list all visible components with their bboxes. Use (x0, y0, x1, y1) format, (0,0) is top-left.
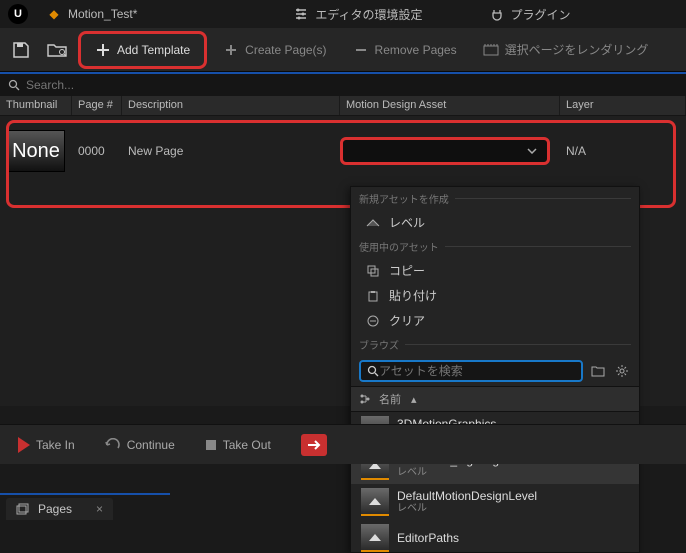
take-in-label: Take In (36, 438, 75, 452)
level-thumb-icon (361, 524, 389, 552)
continue-label: Continue (127, 438, 175, 452)
hierarchy-icon (359, 393, 371, 405)
render-selected-button[interactable]: 選択ページをレンダリング (473, 35, 659, 64)
asset-name: DefaultMotionDesignLevel (397, 489, 537, 503)
level-thumb-icon (361, 488, 389, 516)
folder-open-icon[interactable] (589, 362, 607, 380)
section-browse: ブラウズ (351, 333, 639, 356)
col-page-num[interactable]: Page # (72, 96, 122, 115)
search-input[interactable] (26, 78, 678, 92)
asset-list-header-label: 名前 (379, 391, 401, 407)
continue-button[interactable]: Continue (97, 434, 183, 456)
take-out-button[interactable]: Take Out (197, 434, 279, 456)
asset-item[interactable]: EditorPaths (351, 520, 639, 552)
thumbnail-none: None (7, 130, 65, 172)
copy-label: コピー (389, 262, 425, 279)
unreal-logo-icon: U (8, 4, 28, 24)
section-create-asset: 新規アセットを作成 (351, 187, 639, 210)
asset-search[interactable] (359, 360, 583, 382)
top-menubar: U ◆ Motion_Test* エディタの環境設定 プラグイン (0, 0, 686, 28)
bottom-tab-bar: Pages × (0, 493, 170, 523)
plugins-label: プラグイン (511, 6, 571, 23)
table-row[interactable]: None 0000 New Page N/A (0, 116, 686, 176)
take-in-button[interactable]: Take In (10, 433, 83, 457)
paste-icon (365, 288, 381, 304)
add-template-label: Add Template (117, 43, 190, 57)
save-button[interactable] (6, 35, 36, 65)
stop-icon (205, 439, 217, 451)
asset-list-header[interactable]: 名前 ▴ (351, 386, 639, 412)
project-title[interactable]: ◆ Motion_Test* (46, 6, 137, 22)
asset-search-input[interactable] (379, 364, 575, 378)
create-pages-label: Create Page(s) (245, 43, 326, 57)
asset-picker-panel: 新規アセットを作成 レベル 使用中のアセット コピー 貼り付け クリア ブラウズ (350, 186, 640, 553)
col-thumbnail[interactable]: Thumbnail (0, 96, 72, 115)
toolbar: Add Template Create Page(s) Remove Pages… (0, 28, 686, 72)
asset-type: レベル (397, 467, 499, 479)
table-header: Thumbnail Page # Description Motion Desi… (0, 96, 686, 116)
level-icon (365, 215, 381, 231)
row-description[interactable]: New Page (122, 144, 340, 158)
close-tab-button[interactable]: × (96, 502, 103, 516)
search-bar[interactable] (0, 72, 686, 96)
gear-icon[interactable] (613, 362, 631, 380)
section-current-asset: 使用中のアセット (351, 235, 639, 258)
render-icon (483, 42, 499, 58)
render-selected-label: 選択ページをレンダリング (505, 41, 649, 58)
plug-icon (489, 6, 505, 22)
col-description[interactable]: Description (122, 96, 340, 115)
col-asset[interactable]: Motion Design Asset (340, 96, 560, 115)
paste-item[interactable]: 貼り付け (351, 283, 639, 308)
create-pages-button[interactable]: Create Page(s) (213, 36, 336, 64)
copy-item[interactable]: コピー (351, 258, 639, 283)
sliders-icon (293, 6, 309, 22)
asset-name: EditorPaths (397, 531, 459, 545)
editor-preferences[interactable]: エディタの環境設定 (293, 6, 422, 23)
action-bar: Take In Continue Take Out (0, 424, 686, 464)
row-layer: N/A (560, 144, 686, 158)
clear-icon (365, 313, 381, 329)
plus-icon (223, 42, 239, 58)
dirty-indicator-icon: ◆ (46, 6, 62, 22)
take-out-label: Take Out (223, 438, 271, 452)
continue-icon (105, 438, 121, 452)
create-level-item[interactable]: レベル (351, 210, 639, 235)
plugins-menu[interactable]: プラグイン (489, 6, 571, 23)
browse-button[interactable] (42, 35, 72, 65)
play-icon (18, 437, 30, 453)
copy-icon (365, 263, 381, 279)
asset-item[interactable]: DefaultMotionDesignLevelレベル (351, 484, 639, 520)
editor-preferences-label: エディタの環境設定 (315, 6, 422, 23)
pages-tab-label: Pages (38, 502, 72, 516)
remove-pages-button[interactable]: Remove Pages (343, 36, 467, 64)
minus-icon (353, 42, 369, 58)
add-template-button[interactable]: Add Template (78, 31, 207, 69)
plus-icon (95, 42, 111, 58)
arrow-right-icon (301, 434, 327, 456)
sort-triangle-icon: ▴ (411, 393, 417, 406)
asset-type: レベル (397, 503, 537, 515)
chevron-down-icon (527, 148, 537, 154)
clear-item[interactable]: クリア (351, 308, 639, 333)
create-level-label: レベル (389, 214, 425, 231)
pages-icon (16, 503, 30, 515)
col-layer[interactable]: Layer (560, 96, 686, 115)
clear-label: クリア (389, 312, 425, 329)
search-icon (8, 79, 20, 91)
remove-pages-label: Remove Pages (375, 43, 457, 57)
search-icon (367, 365, 379, 377)
paste-label: 貼り付け (389, 287, 437, 304)
next-button[interactable] (293, 430, 335, 460)
asset-dropdown[interactable] (340, 137, 550, 165)
row-page-num: 0000 (72, 144, 122, 158)
project-title-label: Motion_Test* (68, 7, 137, 21)
pages-tab[interactable]: Pages × (6, 498, 113, 520)
